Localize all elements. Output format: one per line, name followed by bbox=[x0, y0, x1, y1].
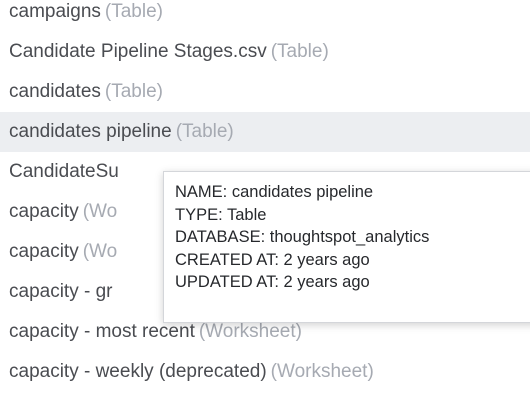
item-type: (Worksheet) bbox=[270, 361, 374, 382]
list-item-capacity-weekly-deprecated[interactable]: capacity - weekly (deprecated) (Worksheet… bbox=[0, 352, 530, 392]
item-name: capacity bbox=[9, 241, 79, 262]
item-name: candidates pipeline bbox=[9, 121, 172, 142]
tooltip-created-at: CREATED AT: 2 years ago bbox=[175, 250, 370, 269]
item-name: CandidateSu bbox=[9, 161, 119, 182]
tooltip-type: TYPE: Table bbox=[175, 205, 267, 224]
item-name: Candidate Pipeline Stages.csv bbox=[9, 41, 267, 62]
tooltip-name: NAME: candidates pipeline bbox=[175, 183, 374, 201]
item-type: (Table) bbox=[270, 41, 329, 62]
item-type: (Table) bbox=[104, 81, 163, 102]
item-name: capacity - gr bbox=[9, 281, 113, 302]
item-type: (Worksheet) bbox=[198, 321, 302, 342]
item-name: capacity bbox=[9, 201, 79, 222]
item-type: (Wo bbox=[82, 241, 118, 262]
item-type: (Wo bbox=[82, 201, 118, 222]
item-type: (Table) bbox=[104, 1, 163, 22]
item-name: capacity - weekly (deprecated) bbox=[9, 361, 267, 382]
item-name: capacity - most recent bbox=[9, 321, 195, 342]
item-name: candidates bbox=[9, 81, 101, 102]
list-item-campaigns[interactable]: campaigns (Table) bbox=[0, 0, 530, 32]
item-details-tooltip: NAME: candidates pipeline TYPE: Table DA… bbox=[163, 171, 530, 323]
item-name: campaigns bbox=[9, 1, 101, 22]
tooltip-updated-at: UPDATED AT: 2 years ago bbox=[175, 273, 370, 291]
list-item-candidates-pipeline[interactable]: candidates pipeline (Table) bbox=[0, 112, 530, 152]
tooltip-database: DATABASE: thoughtspot_analytics bbox=[175, 228, 430, 246]
list-item-candidates[interactable]: candidates (Table) bbox=[0, 72, 530, 112]
item-type: (Table) bbox=[175, 121, 234, 142]
list-item-candidate-pipeline-stages[interactable]: Candidate Pipeline Stages.csv (Table) bbox=[0, 32, 530, 72]
